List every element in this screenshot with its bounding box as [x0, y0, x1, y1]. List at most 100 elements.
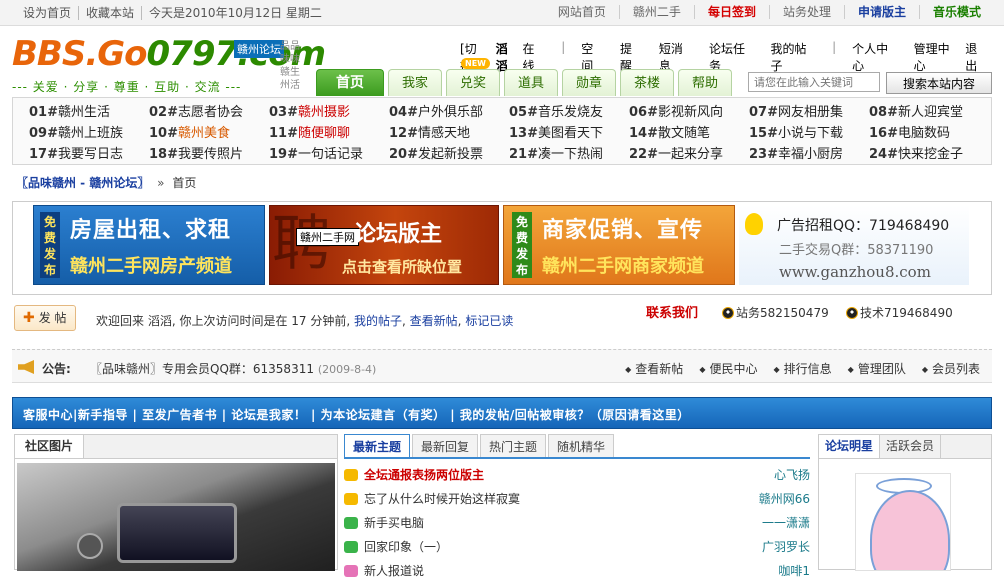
- manage-center-link[interactable]: 管理中心: [914, 40, 960, 74]
- topic-icon: [344, 493, 358, 505]
- category-link[interactable]: 24#快来挖金子: [853, 144, 973, 165]
- category-link[interactable]: 21#凑一下热闹: [493, 144, 613, 165]
- category-link[interactable]: 03#赣州摄影: [253, 102, 373, 123]
- category-link[interactable]: 15#小说与下载: [733, 123, 853, 144]
- member-list-link[interactable]: 会员列表: [922, 360, 980, 377]
- category-link[interactable]: 14#散文随笔: [613, 123, 733, 144]
- category-link[interactable]: 17#我要写日志: [13, 144, 133, 165]
- ad-rental-banner[interactable]: 广告招租QQ：719468490 二手交易Q群：58371190 www.gan…: [739, 205, 969, 285]
- logo-slogan: --- 关爱 · 分享 · 尊重 · 互助 · 交流 ---: [12, 80, 242, 94]
- service-center-link[interactable]: 便民中心: [699, 360, 757, 377]
- secondhand-link[interactable]: 赣州二手: [618, 5, 694, 19]
- category-link[interactable]: 18#我要传照片: [133, 144, 253, 165]
- admin-link[interactable]: 站务处理: [768, 5, 844, 19]
- announcement-text[interactable]: 〖品味赣州〗专用会员QQ群：61358311 (2009-8-4): [90, 360, 376, 377]
- category-link[interactable]: 08#新人迎宾堂: [853, 102, 973, 123]
- tab-props[interactable]: 道具: [504, 69, 558, 96]
- category-link[interactable]: 09#赣州上班族: [13, 123, 133, 144]
- daily-checkin-link[interactable]: 每日签到: [693, 5, 769, 19]
- search-button[interactable]: 搜索本站内容: [886, 72, 992, 94]
- moderator-recruit-banner[interactable]: 聘 赣州二手网 论坛版主 点击查看所缺位置: [269, 205, 499, 285]
- breadcrumb-home[interactable]: 〖品味赣州 - 赣州论坛〗: [16, 176, 149, 190]
- merchant-banner[interactable]: 免费发布 商家促销、宣传 赣州二手网商家频道: [503, 205, 735, 285]
- breadcrumb: 〖品味赣州 - 赣州论坛〗 » 首页: [16, 174, 196, 191]
- topic-icon: [344, 541, 358, 553]
- topic-author[interactable]: 赣州网66: [759, 487, 810, 511]
- category-link[interactable]: 10#赣州美食: [133, 123, 253, 144]
- tab-hot-topics[interactable]: 热门主题: [480, 434, 547, 457]
- topic-title[interactable]: 新手买电脑: [364, 511, 424, 535]
- admin-team-link[interactable]: 管理团队: [848, 360, 906, 377]
- topic-title[interactable]: 全坛通报表扬两位版主: [364, 463, 484, 487]
- view-new-posts-link[interactable]: 查看新帖: [625, 360, 683, 377]
- my-posts-link[interactable]: 我的帖子: [771, 40, 817, 74]
- topics-tabs: 最新主题 最新回复 热门主题 随机精华: [344, 434, 810, 459]
- category-link[interactable]: 12#情感天地: [373, 123, 493, 144]
- logout-link[interactable]: 退出: [965, 40, 988, 74]
- category-link[interactable]: 01#赣州生活: [13, 102, 133, 123]
- tab-teahouse[interactable]: 茶楼: [620, 69, 674, 96]
- new-posts-link[interactable]: 查看新帖: [410, 314, 458, 328]
- category-link[interactable]: 20#发起新投票: [373, 144, 493, 165]
- site-logo[interactable]: BBS.Go0797.com 赣州论坛 品品味味赣生州活 --- 关爱 · 分享…: [12, 34, 326, 96]
- community-photos-title[interactable]: 社区图片: [15, 435, 85, 458]
- mark-read-link[interactable]: 标记已读: [465, 314, 513, 328]
- new-badge: NEW: [461, 58, 490, 69]
- category-link[interactable]: 04#户外俱乐部: [373, 102, 493, 123]
- my-posts-link[interactable]: 我的帖子: [354, 314, 402, 328]
- site-home-link[interactable]: 网站首页: [545, 5, 619, 19]
- tab-medals[interactable]: 勋章: [562, 69, 616, 96]
- category-link[interactable]: 19#一句话记录: [253, 144, 373, 165]
- topic-title[interactable]: 回家印象（一）: [364, 535, 448, 559]
- topic-author[interactable]: 一一潇潇: [762, 511, 810, 535]
- category-link[interactable]: 11#随便聊聊: [253, 123, 373, 144]
- category-link[interactable]: 06#影视新风向: [613, 102, 733, 123]
- tab-latest-replies[interactable]: 最新回复: [412, 434, 479, 457]
- community-photo[interactable]: [17, 463, 335, 571]
- banner-line1: 广告招租QQ：719468490: [777, 218, 950, 234]
- tab-home[interactable]: 首页: [316, 69, 384, 96]
- forum-stars-panel: 论坛明星 活跃会员: [818, 434, 992, 571]
- category-link[interactable]: 16#电脑数码: [853, 123, 973, 144]
- search-input[interactable]: [748, 72, 880, 92]
- tab-latest-topics[interactable]: 最新主题: [344, 434, 411, 457]
- lightbulb-icon: [745, 213, 763, 235]
- user-center-link[interactable]: 个人中心: [852, 40, 898, 74]
- tab-forum-stars[interactable]: 论坛明星: [819, 435, 881, 458]
- contact-us: 联系我们 站务582150479 技术719468490: [640, 300, 990, 321]
- qq-support-link[interactable]: 站务582150479: [722, 304, 829, 321]
- category-link[interactable]: 07#网友相册集: [733, 102, 853, 123]
- apply-moderator-link[interactable]: 申请版主: [843, 5, 919, 19]
- new-post-button[interactable]: ✚ 发 帖: [14, 305, 76, 331]
- category-link[interactable]: 05#音乐发烧友: [493, 102, 613, 123]
- tab-random-digest[interactable]: 随机精华: [548, 434, 615, 457]
- ranking-link[interactable]: 排行信息: [773, 360, 832, 377]
- housing-banner[interactable]: 免费发布 房屋出租、求租 赣州二手网房产频道: [33, 205, 265, 285]
- topics-panel: 最新主题 最新回复 热门主题 随机精华 全坛通报表扬两位版主 心飞扬忘了从什么时候…: [344, 434, 810, 578]
- category-link[interactable]: 23#幸福小厨房: [733, 144, 853, 165]
- topic-author[interactable]: 咖啡1: [778, 559, 810, 583]
- topic-row: 新手买电脑 一一潇潇: [344, 511, 810, 535]
- category-link[interactable]: 13#美图看天下: [493, 123, 613, 144]
- topic-title[interactable]: 忘了从什么时候开始这样寂寞: [364, 487, 520, 511]
- music-mode-link[interactable]: 音乐模式: [918, 5, 994, 19]
- bookmark-link[interactable]: 收藏本站: [79, 6, 143, 20]
- avatar[interactable]: [855, 473, 951, 571]
- topic-title[interactable]: 新人报道说: [364, 559, 424, 583]
- help-links-text[interactable]: 客服中心|新手指导 | 至发广告者书 | 论坛是我家！ | 为本论坛建言（有奖）…: [23, 406, 690, 423]
- tab-redeem[interactable]: NEW 兑奖: [446, 58, 500, 96]
- tab-active-members[interactable]: 活跃会员: [880, 435, 942, 458]
- tab-help[interactable]: 帮助: [678, 69, 732, 96]
- set-homepage-link[interactable]: 设为首页: [16, 6, 80, 20]
- qq-tech-link[interactable]: 技术719468490: [846, 304, 953, 321]
- category-link[interactable]: 22#一起来分享: [613, 144, 733, 165]
- help-links-bar: 客服中心|新手指导 | 至发广告者书 | 论坛是我家！ | 为本论坛建言（有奖）…: [12, 397, 992, 429]
- topic-author[interactable]: 心飞扬: [774, 463, 810, 487]
- topic-author[interactable]: 广羽罗长: [762, 535, 810, 559]
- category-link[interactable]: 02#志愿者协会: [133, 102, 253, 123]
- plus-icon: ✚: [23, 310, 35, 326]
- banner-line1: 商家促销、宣传: [542, 218, 704, 243]
- quick-links: 查看新帖 便民中心 排行信息 管理团队 会员列表: [609, 360, 980, 377]
- banner-line1: 房屋出租、求租: [70, 218, 232, 243]
- tab-myhome[interactable]: 我家: [388, 69, 442, 96]
